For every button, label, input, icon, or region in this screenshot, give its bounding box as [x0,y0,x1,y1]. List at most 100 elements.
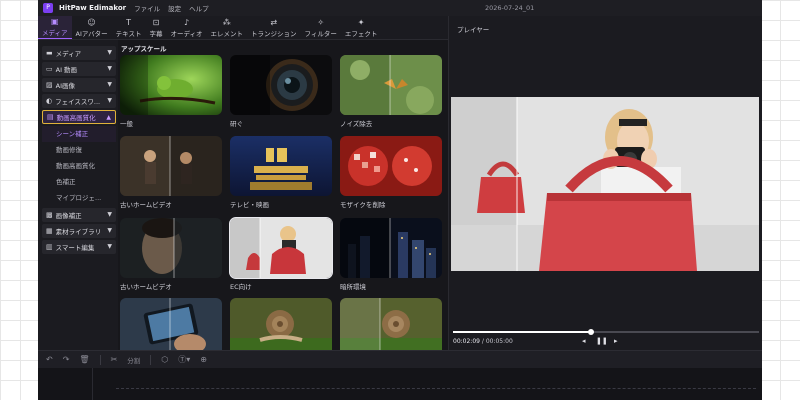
preset-thumbnail [340,218,442,278]
sidebar-item-face-swap[interactable]: ◐ フェイススワ... ▼ [42,94,116,108]
preset-card-denoise[interactable]: ノイズ除去 [340,55,442,128]
tab-label: メディア [42,29,68,37]
sidebar-subitem-video-repair[interactable]: 動画修復 [56,142,118,158]
sidebar-subitem-upscale[interactable]: 動画高画質化 [56,158,118,174]
preset-thumbnail [230,55,332,115]
video-preview[interactable] [451,97,759,271]
player-title: プレイヤー [457,26,490,34]
progress-bar[interactable] [453,329,759,335]
chevron-down-icon: ▼ [107,65,112,72]
effects-gallery: アップスケール 一般 研ぐ ノイズ除去 古いホームビデオ テレビ・映画 モザイク… [118,40,448,350]
sidebar-subitem-scene-fix[interactable]: シーン補正 [42,126,116,142]
tab-effects[interactable]: ✦ エフェクト [341,16,382,39]
tab-media[interactable]: ▣ メディア [38,16,72,39]
progress-handle[interactable] [587,329,594,335]
tab-audio[interactable]: ♪ オーディオ [166,16,206,39]
face-icon: ◐ [46,97,53,105]
split-button[interactable]: 分割 [127,355,140,365]
sidebar-item-media[interactable]: ▬ メディア ▼ [42,46,116,60]
menu-settings[interactable]: 設定 [168,3,181,13]
tab-elements[interactable]: ⁂ エレメント [207,16,248,39]
sidebar-item-ai-image[interactable]: ▨ AI画像 ▼ [42,78,116,92]
family-scene-image [120,136,222,196]
movie-logo-image [230,136,332,196]
preset-card-ec[interactable]: EC向け [229,217,333,291]
woman-camera-image [230,218,332,278]
preset-card-tv-movie[interactable]: テレビ・映画 [230,136,332,209]
preset-card-old-home-video-2[interactable]: 古いホームビデオ [120,218,222,291]
next-frame-icon[interactable]: ▸ [614,337,618,345]
sidebar-item-video-enhance[interactable]: ▤ 動画高画質化 ▲ [42,110,116,124]
app-title: HitPaw Edimakor [59,4,127,12]
preset-card-10[interactable] [120,298,222,350]
tab-text[interactable]: T テキスト [112,16,146,39]
divider [99,354,101,365]
music-note-icon: ♪ [183,17,190,27]
tab-label: エレメント [210,29,244,38]
sidebar-subitem-my-projects[interactable]: マイプロジェ... [56,190,118,206]
tab-transitions[interactable]: ⇄ トランジション [247,16,301,39]
chevron-down-icon: ▼ [107,81,112,88]
project-name: 2026-07-24_01 [485,4,535,12]
preset-label: EC向け [230,283,252,291]
preset-label: 暗所環境 [340,283,366,291]
image-icon: ▨ [46,81,53,89]
menu-file[interactable]: ファイル [134,3,160,13]
delete-icon[interactable]: 🗑 [79,355,89,364]
folder-icon: ▬ [46,49,53,57]
phone-hand-image [120,298,222,350]
tab-subtitles[interactable]: ⊡ 字幕 [145,16,166,39]
preset-label: 古いホームビデオ [120,283,172,291]
preset-label: 研ぐ [230,120,243,128]
chevron-up-icon: ▲ [106,114,111,121]
tab-filters[interactable]: ✧ フィルター [301,16,341,39]
pause-icon[interactable]: ❚❚ [596,337,608,345]
prev-frame-icon[interactable]: ◂ [582,337,586,345]
split-icon[interactable]: ✂ [111,355,118,364]
strawberry-image [340,136,442,196]
redo-icon[interactable]: ↷ [63,355,70,364]
progress-fill [453,331,591,333]
smart-edit-icon: ▥ [46,243,53,251]
sidebar-item-label: メディア [55,50,82,58]
text-tool-icon[interactable]: Ⓣ▾ [178,354,190,365]
preset-thumbnail [120,136,222,196]
avatar-icon: ☺ [87,17,96,27]
app-window: P HitPaw Edimakor ファイル 設定 ヘルプ 2026-07-24… [38,0,762,400]
preset-card-11[interactable] [230,298,332,350]
tab-label: 字幕 [149,29,163,38]
divider [150,354,152,365]
preset-label: 一般 [120,120,133,128]
preset-card-old-home-video[interactable]: 古いホームビデオ [120,136,222,209]
preset-card-general[interactable]: 一般 [120,55,222,128]
elements-icon: ⁂ [222,17,231,27]
preset-card-sharpen[interactable]: 研ぐ [230,55,332,128]
preset-card-low-light[interactable]: 暗所環境 [340,218,442,291]
marker-icon[interactable]: ⬡ [161,355,168,364]
sidebar-item-label: 画像補正 [55,212,82,220]
undo-icon[interactable]: ↶ [46,355,53,364]
tab-ai-avatar[interactable]: ☺ AIアバター [72,16,112,39]
preset-card-remove-mosaic[interactable]: モザイクを削除 [340,136,442,209]
preset-thumbnail [120,55,222,115]
snail-compare-image [340,298,442,350]
media-icon: ▣ [50,17,59,26]
preset-label: モザイクを削除 [340,201,386,209]
sidebar-subitem-color[interactable]: 色補正 [56,174,118,190]
preset-card-12[interactable] [340,298,442,350]
title-bar: P HitPaw Edimakor ファイル 設定 ヘルプ 2026-07-24… [38,0,762,16]
preset-thumbnail [120,298,222,350]
sidebar-item-smart-edit[interactable]: ▥ スマート編集 ▼ [42,240,116,254]
app-logo: P [43,3,53,13]
sidebar-item-library[interactable]: ▦ 素材ライブラリ ▼ [42,224,116,238]
menu-help[interactable]: ヘルプ [189,3,209,13]
add-clip-icon[interactable]: ⊕ [200,355,207,364]
sidebar-item-image-fix[interactable]: ▩ 画像補正 ▼ [42,208,116,222]
sidebar-item-label: スマート編集 [55,244,95,252]
sidebar-item-ai-video[interactable]: ▭ AI 動画 ▼ [42,62,116,76]
preset-label: ノイズ除去 [340,120,373,128]
preset-label: テレビ・映画 [230,201,269,209]
enhance-icon: ▤ [47,113,54,121]
preset-label: 古いホームビデオ [120,201,172,209]
timeline-track-area[interactable] [38,368,762,400]
